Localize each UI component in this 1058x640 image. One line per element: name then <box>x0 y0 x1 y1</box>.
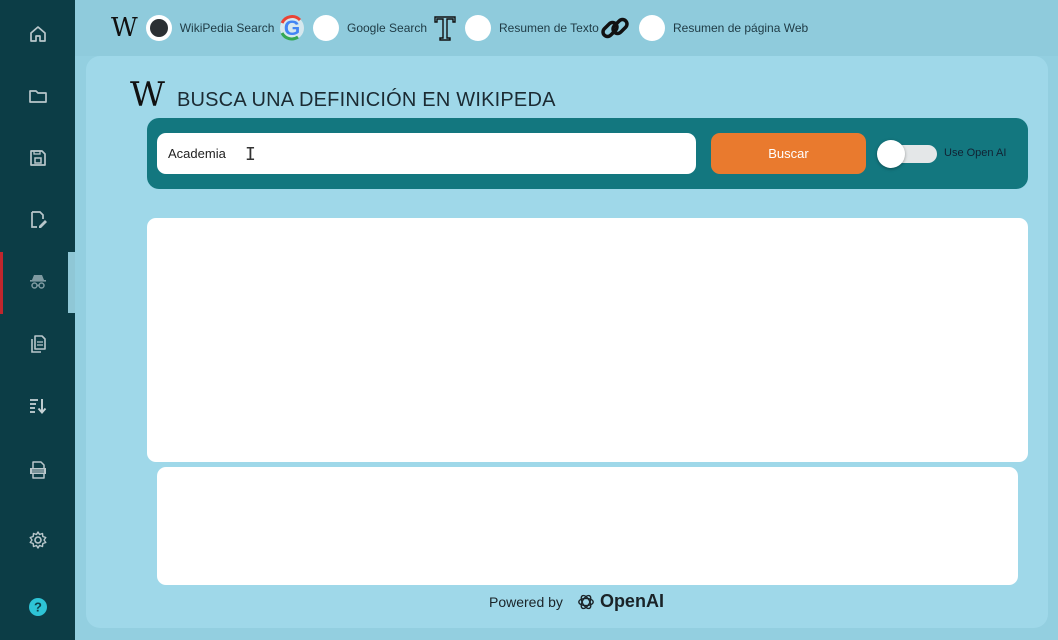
sidebar-item-sort[interactable] <box>0 386 75 426</box>
folder-icon <box>28 90 47 103</box>
radio-wikipedia[interactable] <box>145 15 172 41</box>
option-label: Google Search <box>347 21 428 35</box>
wikipedia-logo-icon: W <box>130 75 165 115</box>
save-icon <box>29 150 46 166</box>
active-tab-indicator <box>68 252 75 313</box>
sidebar: ? <box>0 0 75 640</box>
sidebar-item-save[interactable] <box>0 138 75 178</box>
option-label: Resumen de Texto <box>499 21 599 35</box>
home-icon <box>29 26 46 42</box>
sidebar-item-edit[interactable] <box>0 200 75 240</box>
radio-texto[interactable] <box>465 15 491 41</box>
radio-web[interactable] <box>639 15 665 41</box>
sidebar-item-incognito[interactable] <box>0 252 75 314</box>
radio-google[interactable] <box>313 15 339 41</box>
openai-logo-icon <box>578 594 594 609</box>
search-input-value: Academia <box>168 146 226 161</box>
sidebar-item-help[interactable]: ? <box>0 587 75 627</box>
toggle-knob <box>877 140 905 168</box>
text-cursor-icon: I <box>245 144 256 165</box>
openai-toggle[interactable] <box>877 140 937 168</box>
option-resumen-web[interactable]: Resumen de página Web <box>599 12 808 44</box>
summary-textarea[interactable] <box>157 467 1018 585</box>
sort-descending-icon <box>29 399 46 414</box>
sidebar-item-docx[interactable] <box>0 450 75 490</box>
documents-icon <box>30 335 46 353</box>
powered-by-label: Powered by <box>489 593 563 610</box>
option-google-search[interactable]: G Google Search <box>279 12 427 44</box>
wikipedia-icon: W <box>111 13 138 43</box>
main-panel: W BUSCA UNA DEFINICIÓN EN WIKIPEDA Acade… <box>86 56 1048 628</box>
option-label: WikiPedia Search <box>179 21 275 35</box>
docx-icon <box>29 461 46 479</box>
openai-label: OpenAI <box>599 591 664 611</box>
incognito-icon <box>29 275 46 289</box>
page-title: BUSCA UNA DEFINICIÓN EN WIKIPEDA <box>176 89 556 111</box>
option-wikipedia-search[interactable]: W WikiPedia Search <box>111 12 274 44</box>
powered-by: Powered by OpenAI <box>489 591 664 612</box>
help-icon: ? <box>28 598 47 616</box>
option-label: Resumen de página Web <box>673 21 809 35</box>
sidebar-item-folder[interactable] <box>0 76 75 116</box>
sidebar-item-settings[interactable] <box>0 520 75 560</box>
link-icon <box>599 12 631 44</box>
search-panel: Academia I Buscar Use Open AI <box>147 118 1028 189</box>
mode-selector-bar: W WikiPedia Search G Google Search Resum… <box>75 0 1058 56</box>
search-button[interactable]: Buscar <box>711 133 866 174</box>
sidebar-item-documents[interactable] <box>0 324 75 364</box>
openai-toggle-label: Use Open AI <box>944 147 1007 159</box>
svg-text:?: ? <box>34 600 42 615</box>
result-textarea[interactable] <box>147 218 1028 462</box>
settings-icon <box>29 531 46 549</box>
google-icon: G <box>279 15 305 41</box>
search-input[interactable]: Academia I <box>157 133 696 174</box>
title-row: W BUSCA UNA DEFINICIÓN EN WIKIPEDA <box>130 78 556 112</box>
option-resumen-texto[interactable]: Resumen de Texto <box>433 12 599 44</box>
edit-document-icon <box>30 211 47 228</box>
sidebar-item-home[interactable] <box>0 14 75 54</box>
text-icon <box>433 15 457 41</box>
